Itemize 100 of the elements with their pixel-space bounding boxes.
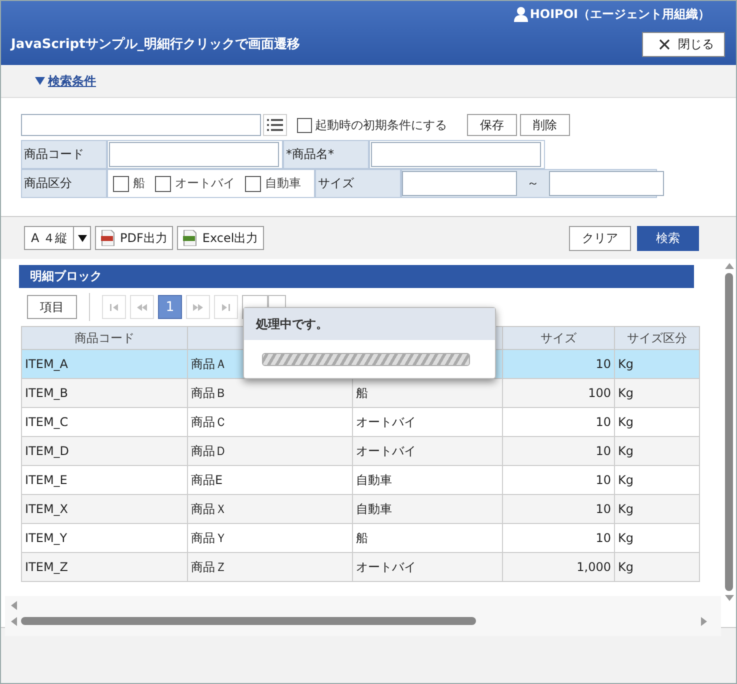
table-cell: 10 bbox=[502, 408, 614, 436]
column-header: サイズ区分 bbox=[614, 326, 700, 350]
table-cell: 商品Ｄ bbox=[188, 436, 352, 466]
first-page-icon bbox=[109, 302, 119, 312]
table-cell: ITEM_C bbox=[22, 408, 188, 436]
table-cell: ITEM_A bbox=[22, 350, 188, 378]
table-cell: 商品E bbox=[188, 466, 352, 494]
clear-button[interactable]: クリア bbox=[569, 226, 631, 250]
range-separator: ～ bbox=[526, 175, 540, 192]
table-cell: Kg bbox=[614, 350, 700, 378]
search-button[interactable]: 検索 bbox=[637, 226, 699, 250]
field-label: 商品区分 bbox=[21, 169, 107, 198]
text-field[interactable] bbox=[549, 171, 664, 196]
file-icon bbox=[101, 230, 116, 246]
last-page-icon bbox=[221, 302, 231, 312]
checkbox[interactable] bbox=[113, 176, 129, 192]
last-page-button[interactable] bbox=[214, 295, 238, 319]
column-header: 商品コード bbox=[22, 326, 188, 350]
scroll-down-icon[interactable] bbox=[724, 595, 734, 601]
text-field[interactable] bbox=[371, 142, 541, 167]
table-cell: ITEM_X bbox=[22, 494, 188, 524]
close-button[interactable]: 閉じる bbox=[642, 32, 725, 56]
table-cell: 10 bbox=[502, 436, 614, 466]
table-cell: 商品Ｃ bbox=[188, 408, 352, 436]
table-cell: 商品Ｙ bbox=[188, 524, 352, 552]
table-cell: Kg bbox=[614, 524, 700, 552]
table-cell: Kg bbox=[614, 378, 700, 408]
scroll-up-icon[interactable] bbox=[724, 263, 734, 269]
table-cell: 1,000 bbox=[502, 552, 614, 582]
table-row[interactable]: ITEM_D 商品Ｄ オートバイ 10 Kg bbox=[22, 436, 700, 466]
table-row[interactable]: ITEM_X 商品Ｘ 自動車 10 Kg bbox=[22, 494, 700, 524]
table-cell: Kg bbox=[614, 494, 700, 524]
condition-field[interactable] bbox=[21, 114, 261, 136]
table-cell: 船 bbox=[352, 378, 502, 408]
column-header: サイズ bbox=[502, 326, 614, 350]
dialog-message: 処理中です。 bbox=[244, 308, 495, 340]
next-page-button[interactable] bbox=[186, 295, 210, 319]
checkbox[interactable] bbox=[155, 176, 171, 192]
horizontal-scrollbar[interactable] bbox=[21, 617, 476, 625]
checkbox-label: オートバイ bbox=[175, 175, 235, 192]
block-title: 明細ブロック bbox=[19, 265, 694, 288]
table-cell: オートバイ bbox=[352, 408, 502, 436]
export-button[interactable]: PDF出力 bbox=[95, 226, 174, 250]
table-row[interactable]: ITEM_C 商品Ｃ オートバイ 10 Kg bbox=[22, 408, 700, 436]
user-icon bbox=[514, 6, 528, 22]
first-page-button[interactable] bbox=[102, 295, 126, 319]
table-row[interactable]: ITEM_E 商品E 自動車 10 Kg bbox=[22, 466, 700, 494]
text-field[interactable] bbox=[109, 142, 279, 167]
field-label: *商品名* bbox=[283, 140, 369, 169]
table-cell: 商品Ｘ bbox=[188, 494, 352, 524]
checkbox[interactable] bbox=[245, 176, 261, 192]
dropdown-icon bbox=[78, 234, 87, 242]
window-title: JavaScriptサンプル_明細行クリックで画面遷移 bbox=[11, 36, 300, 53]
checkbox-label: 起動時の初期条件にする bbox=[315, 116, 447, 134]
table-cell: 船 bbox=[352, 524, 502, 552]
table-cell: Kg bbox=[614, 552, 700, 582]
table-cell: 商品Ｚ bbox=[188, 552, 352, 582]
table-cell: ITEM_D bbox=[22, 436, 188, 466]
table-cell: 自動車 bbox=[352, 466, 502, 494]
table-row[interactable]: ITEM_Y 商品Ｙ 船 10 Kg bbox=[22, 524, 700, 552]
paper-select[interactable]: A ４縦 bbox=[24, 226, 92, 250]
user-name: HOIPOI（エージェント用組織） bbox=[530, 6, 710, 22]
vertical-scrollbar[interactable] bbox=[725, 273, 733, 591]
list-button[interactable] bbox=[263, 114, 287, 136]
table-cell: ITEM_E bbox=[22, 466, 188, 494]
table-cell: 10 bbox=[502, 494, 614, 524]
search-conditions-toggle[interactable]: 検索条件 bbox=[35, 72, 96, 90]
file-icon bbox=[183, 230, 198, 246]
table-row[interactable]: ITEM_Z 商品Ｚ オートバイ 1,000 Kg bbox=[22, 552, 700, 582]
double-right-arrow-icon bbox=[193, 302, 203, 312]
table-cell: 10 bbox=[502, 350, 614, 378]
items-button[interactable]: 項目 bbox=[27, 295, 77, 319]
checkbox[interactable] bbox=[297, 118, 312, 132]
previous-page-button[interactable] bbox=[130, 295, 154, 319]
scroll-right-icon[interactable] bbox=[701, 616, 707, 626]
text-field[interactable] bbox=[402, 171, 517, 196]
double-left-arrow-icon bbox=[137, 302, 147, 312]
table-cell: 10 bbox=[502, 466, 614, 494]
close-icon bbox=[659, 38, 670, 50]
table-row[interactable]: ITEM_B 商品Ｂ 船 100 Kg bbox=[22, 378, 700, 408]
button[interactable]: 保存 bbox=[467, 114, 517, 136]
export-button[interactable]: Excel出力 bbox=[177, 226, 264, 250]
list-icon bbox=[267, 119, 283, 131]
field-label: サイズ bbox=[315, 169, 401, 198]
table-cell: Kg bbox=[614, 436, 700, 466]
table-cell: ITEM_B bbox=[22, 378, 188, 408]
table-cell: オートバイ bbox=[352, 436, 502, 466]
checkbox-label: 自動車 bbox=[265, 175, 301, 192]
table-cell: Kg bbox=[614, 408, 700, 436]
table-cell: 100 bbox=[502, 378, 614, 408]
table-cell: Kg bbox=[614, 466, 700, 494]
table-cell: オートバイ bbox=[352, 552, 502, 582]
table-cell: ITEM_Y bbox=[22, 524, 188, 552]
table-cell: 10 bbox=[502, 524, 614, 552]
table-cell: 商品Ｂ bbox=[188, 378, 352, 408]
button[interactable]: 削除 bbox=[520, 114, 570, 136]
field-label: 商品コード bbox=[21, 140, 107, 169]
table-cell: ITEM_Z bbox=[22, 552, 188, 582]
checkbox-label: 船 bbox=[133, 175, 145, 192]
table-cell: 自動車 bbox=[352, 494, 502, 524]
